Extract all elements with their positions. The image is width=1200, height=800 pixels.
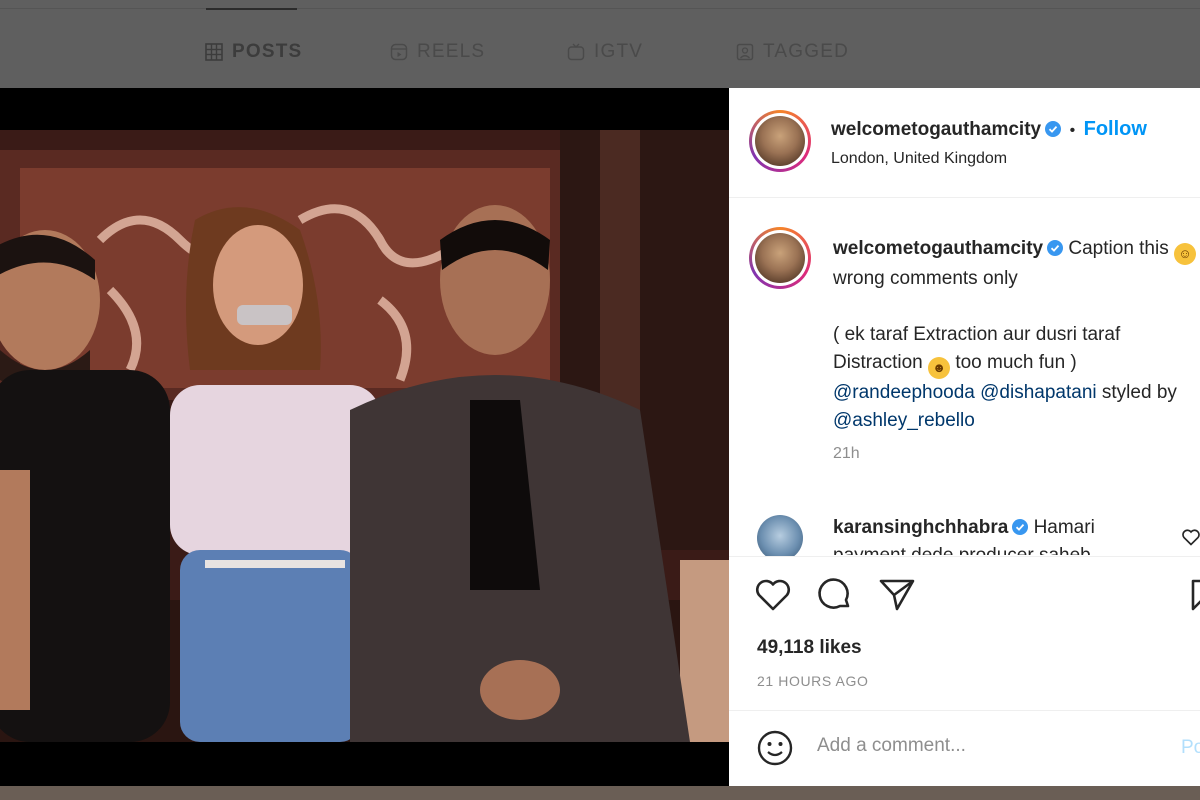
tab-reels[interactable]: REELS <box>390 38 485 66</box>
caption-timestamp[interactable]: 21h <box>833 445 860 463</box>
tab-igtv-label: IGTV <box>594 41 644 62</box>
mention-ashley-rebello[interactable]: @ashley_rebello <box>833 410 975 431</box>
comments-scroll-area[interactable]: welcometogauthamcity Caption this ☺ wron… <box>729 199 1200 556</box>
post-image[interactable] <box>0 130 729 742</box>
tab-divider <box>0 8 1200 9</box>
caption-text-part1: Caption this <box>1068 238 1169 259</box>
igtv-icon <box>567 43 585 61</box>
verified-badge-icon <box>1012 519 1029 535</box>
tab-tagged[interactable]: TAGGED <box>736 38 849 66</box>
comment-body: karansinghchhabra Hamari <box>833 517 1095 539</box>
caption-line2b: too much fun ) <box>955 352 1077 373</box>
post-actions: 49,118 likes 21 HOURS AGO <box>729 556 1200 709</box>
comment-like-heart-icon[interactable] <box>1181 527 1200 547</box>
commenter-avatar[interactable] <box>757 515 803 556</box>
profile-tab-bar: POSTS REELS IGTV TAGGED <box>0 0 1200 88</box>
tab-reels-label: REELS <box>417 41 486 62</box>
reels-icon <box>390 43 408 61</box>
caption-text-part2: wrong comments only <box>833 268 1018 289</box>
separator-dot: • <box>1069 122 1076 139</box>
verified-badge-icon <box>1045 121 1062 137</box>
tab-posts[interactable]: POSTS <box>205 38 302 66</box>
verified-badge-icon <box>1047 240 1064 256</box>
comment-input[interactable] <box>817 735 1157 757</box>
follow-button[interactable]: Follow <box>1084 118 1147 140</box>
caption-avatar[interactable] <box>749 227 811 289</box>
header-user-row: welcometogauthamcity • Follow <box>831 118 1147 141</box>
post-comment-button[interactable]: Post <box>1181 737 1200 759</box>
caption-username[interactable]: welcometogauthamcity <box>833 238 1043 259</box>
post-photo <box>0 130 729 742</box>
styled-text: styled by <box>1101 382 1177 403</box>
bookmark-icon[interactable] <box>1189 575 1200 615</box>
post-username[interactable]: welcometogauthamcity <box>831 119 1041 140</box>
post-location[interactable]: London, United Kingdom <box>831 150 1007 168</box>
tab-posts-label: POSTS <box>232 41 303 62</box>
add-comment-bar: Post <box>729 710 1200 786</box>
comment-bubble-icon[interactable] <box>815 575 855 615</box>
likes-count[interactable]: 49,118 likes <box>757 637 862 659</box>
tab-igtv[interactable]: IGTV <box>567 38 643 66</box>
zany-face-emoji-icon: ☺ <box>1174 243 1197 265</box>
active-tab-indicator <box>206 8 297 10</box>
laughing-emoji-icon: ☻ <box>928 357 951 379</box>
mention-dishapatani[interactable]: @dishapatani <box>980 382 1096 403</box>
share-send-icon[interactable] <box>877 575 917 615</box>
emoji-smiley-icon[interactable] <box>755 728 795 768</box>
like-heart-icon[interactable] <box>753 575 793 615</box>
post-details-panel: welcometogauthamcity • Follow London, Un… <box>729 88 1200 786</box>
mention-randeephooda[interactable]: @randeephooda <box>833 382 975 403</box>
comment-text: Hamari <box>1033 517 1095 538</box>
tab-tagged-label: TAGGED <box>763 41 850 62</box>
commenter-username[interactable]: karansinghchhabra <box>833 517 1008 538</box>
comment-text-overflow: payment dede producer saheb <box>833 545 1091 555</box>
post-time-ago[interactable]: 21 HOURS AGO <box>757 673 868 689</box>
caption: welcometogauthamcity Caption this ☺ wron… <box>833 235 1198 435</box>
tagged-icon <box>736 43 754 61</box>
background-grid-strip <box>0 786 1200 800</box>
avatar[interactable] <box>749 110 811 172</box>
post-header: welcometogauthamcity • Follow London, Un… <box>729 88 1200 198</box>
comment-item: karansinghchhabra Hamari payment dede pr… <box>729 505 1200 556</box>
grid-icon <box>205 43 223 61</box>
